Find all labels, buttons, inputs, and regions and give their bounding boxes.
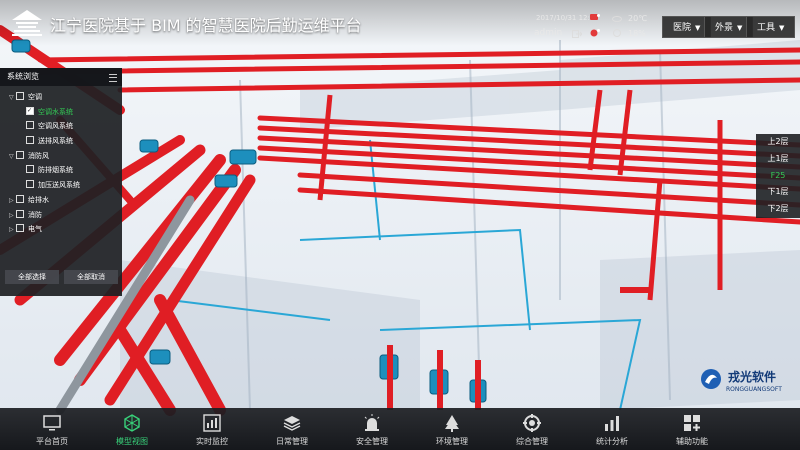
nav-label: 实时监控 [196,437,228,446]
system-browse-panel: 系统浏览 ▽ 空调 空调水系统 空调风系统 送排风系统 ▽ 消防风 防排烟系统 加压… [0,68,122,296]
tree-item-label: 给排水 [28,195,49,204]
hospital-menu-label: 医院 [673,23,692,33]
tree-item-electrical[interactable]: ▷ 电气 [0,222,122,237]
menu-icon[interactable] [109,74,117,82]
layers-icon [283,416,301,431]
nav-label: 安全管理 [356,437,388,446]
nav-environment-management[interactable]: 环境管理 [412,408,492,450]
bar-chart-icon [605,416,619,431]
user-name[interactable]: admin [534,28,562,38]
humidity-text: 18% [628,29,646,38]
floor-selector: 上2层 上1层 F25 下1层 下2层 [756,134,800,218]
tree-item-fire-air[interactable]: ▽ 消防风 [0,149,122,164]
floor-item-up1[interactable]: 上1层 [756,151,800,168]
chevron-down-icon[interactable]: ▽ [9,150,16,165]
dashboard-icon [203,414,221,432]
system-tree: ▽空调 空调水系统 空调风系统 送排风系统 ▽消防风 防排烟系统 加压送风系统 … [0,86,122,237]
floor-item-up2[interactable]: 上2层 [756,134,800,151]
humidity-icon [613,29,621,37]
nav-auxiliary-functions[interactable]: 辅助功能 [652,408,732,450]
tree-item-ventilation[interactable]: 送排风系统 [0,134,122,149]
nav-label: 统计分析 [596,437,628,446]
select-all-button[interactable]: 全部选择 [5,270,59,284]
tools-menu-button[interactable]: 工具 ▼ [746,16,796,38]
checkbox[interactable] [26,180,34,189]
nav-label: 日常管理 [276,437,308,446]
alarm-bell-icon[interactable] [590,29,600,37]
notification-icon[interactable] [590,14,600,22]
checkbox[interactable] [26,104,34,118]
nav-realtime-monitor[interactable]: 实时监控 [172,408,252,450]
brand-name-en: RONGGUANGSOFT [726,386,782,393]
tree-item-label: 空调风系统 [38,122,73,131]
tree-item-label: 消防 [28,210,42,219]
panel-header: 系统浏览 [0,68,122,86]
nav-label: 综合管理 [516,437,548,446]
chevron-right-icon[interactable]: ▷ [9,209,16,224]
temperature-text: 20℃ [628,14,648,23]
chevron-down-icon[interactable]: ▽ [9,91,16,106]
chevron-right-icon[interactable]: ▷ [9,194,16,209]
grid-plus-icon [684,415,700,431]
nav-integrated-management[interactable]: 综合管理 [492,408,572,450]
tree-item-pressurization[interactable]: 加压送风系统 [0,178,122,193]
checkbox[interactable] [16,194,24,203]
alarm-light-icon [364,414,380,431]
nav-label: 模型视图 [116,437,148,446]
rongguang-logo-icon [701,369,721,389]
floor-item-down2[interactable]: 下2层 [756,201,800,218]
checkbox[interactable] [26,136,34,145]
nav-label: 辅助功能 [676,437,708,446]
tree-item-label: 空调水系统 [38,107,73,116]
chevron-down-icon: ▼ [779,24,785,32]
monitor-icon [43,415,61,431]
tree-item-label: 加压送风系统 [38,181,80,190]
brand-name-cn: 戎光软件 [728,370,777,384]
tree-item-fire[interactable]: ▷ 消防 [0,208,122,223]
nav-safety-management[interactable]: 安全管理 [332,408,412,450]
deselect-all-button[interactable]: 全部取消 [64,270,118,284]
logout-icon[interactable] [572,30,582,38]
exterior-menu-label: 外景 [715,23,734,33]
nav-model-view[interactable]: 模型视图 [92,408,172,450]
bottom-navigation: 平台首页 模型视图 实时监控 日常管理 安全管理 环境管理 综合管理 统计分析 … [0,408,800,450]
chevron-right-icon[interactable]: ▷ [9,223,16,238]
tree-item-smoke-exhaust[interactable]: 防排烟系统 [0,163,122,178]
tree-item-air-system[interactable]: 空调风系统 [0,119,122,134]
chevron-down-icon: ▼ [737,24,743,32]
cloud-icon [612,16,622,22]
tree-item-label: 送排风系统 [38,137,73,146]
panel-title: 系统浏览 [7,72,39,81]
tree-item-label: 空调 [28,93,42,101]
tree-icon [445,415,459,432]
nav-label: 平台首页 [36,437,68,446]
nav-daily-management[interactable]: 日常管理 [252,408,332,450]
nav-platform-home[interactable]: 平台首页 [12,408,92,450]
checkbox[interactable] [16,209,24,218]
tree-item-label: 电气 [28,225,42,234]
tools-menu-label: 工具 [757,23,776,33]
checkbox[interactable] [26,165,34,174]
checkbox[interactable] [16,150,24,159]
checkbox[interactable] [16,224,24,233]
nav-label: 环境管理 [436,437,468,446]
tree-item-chilled-water[interactable]: 空调水系统 [0,104,122,120]
hospital-logo-icon [12,10,42,36]
chevron-down-icon: ▼ [695,24,701,32]
floor-item-f25[interactable]: F25 [756,168,800,185]
checkbox[interactable] [26,121,34,130]
gear-ring-icon [523,414,541,432]
tree-item-plumbing[interactable]: ▷ 给排水 [0,193,122,208]
tree-item-label: 消防风 [28,151,49,160]
checkbox[interactable] [16,92,24,100]
floor-item-down1[interactable]: 下1层 [756,184,800,201]
top-header: 江宁医院基于 BIM 的智慧医院后勤运维平台 2017/10/31 12:00 … [0,0,800,46]
nav-statistics-analysis[interactable]: 统计分析 [572,408,652,450]
cube-network-icon [124,414,140,432]
tree-item-hvac[interactable]: ▽ 空调 [0,90,122,105]
tree-item-label: 防排烟系统 [38,166,73,175]
app-title: 江宁医院基于 BIM 的智慧医院后勤运维平台 [50,16,362,35]
brand-logo: 戎光软件 RONGGUANGSOFT [700,366,792,400]
